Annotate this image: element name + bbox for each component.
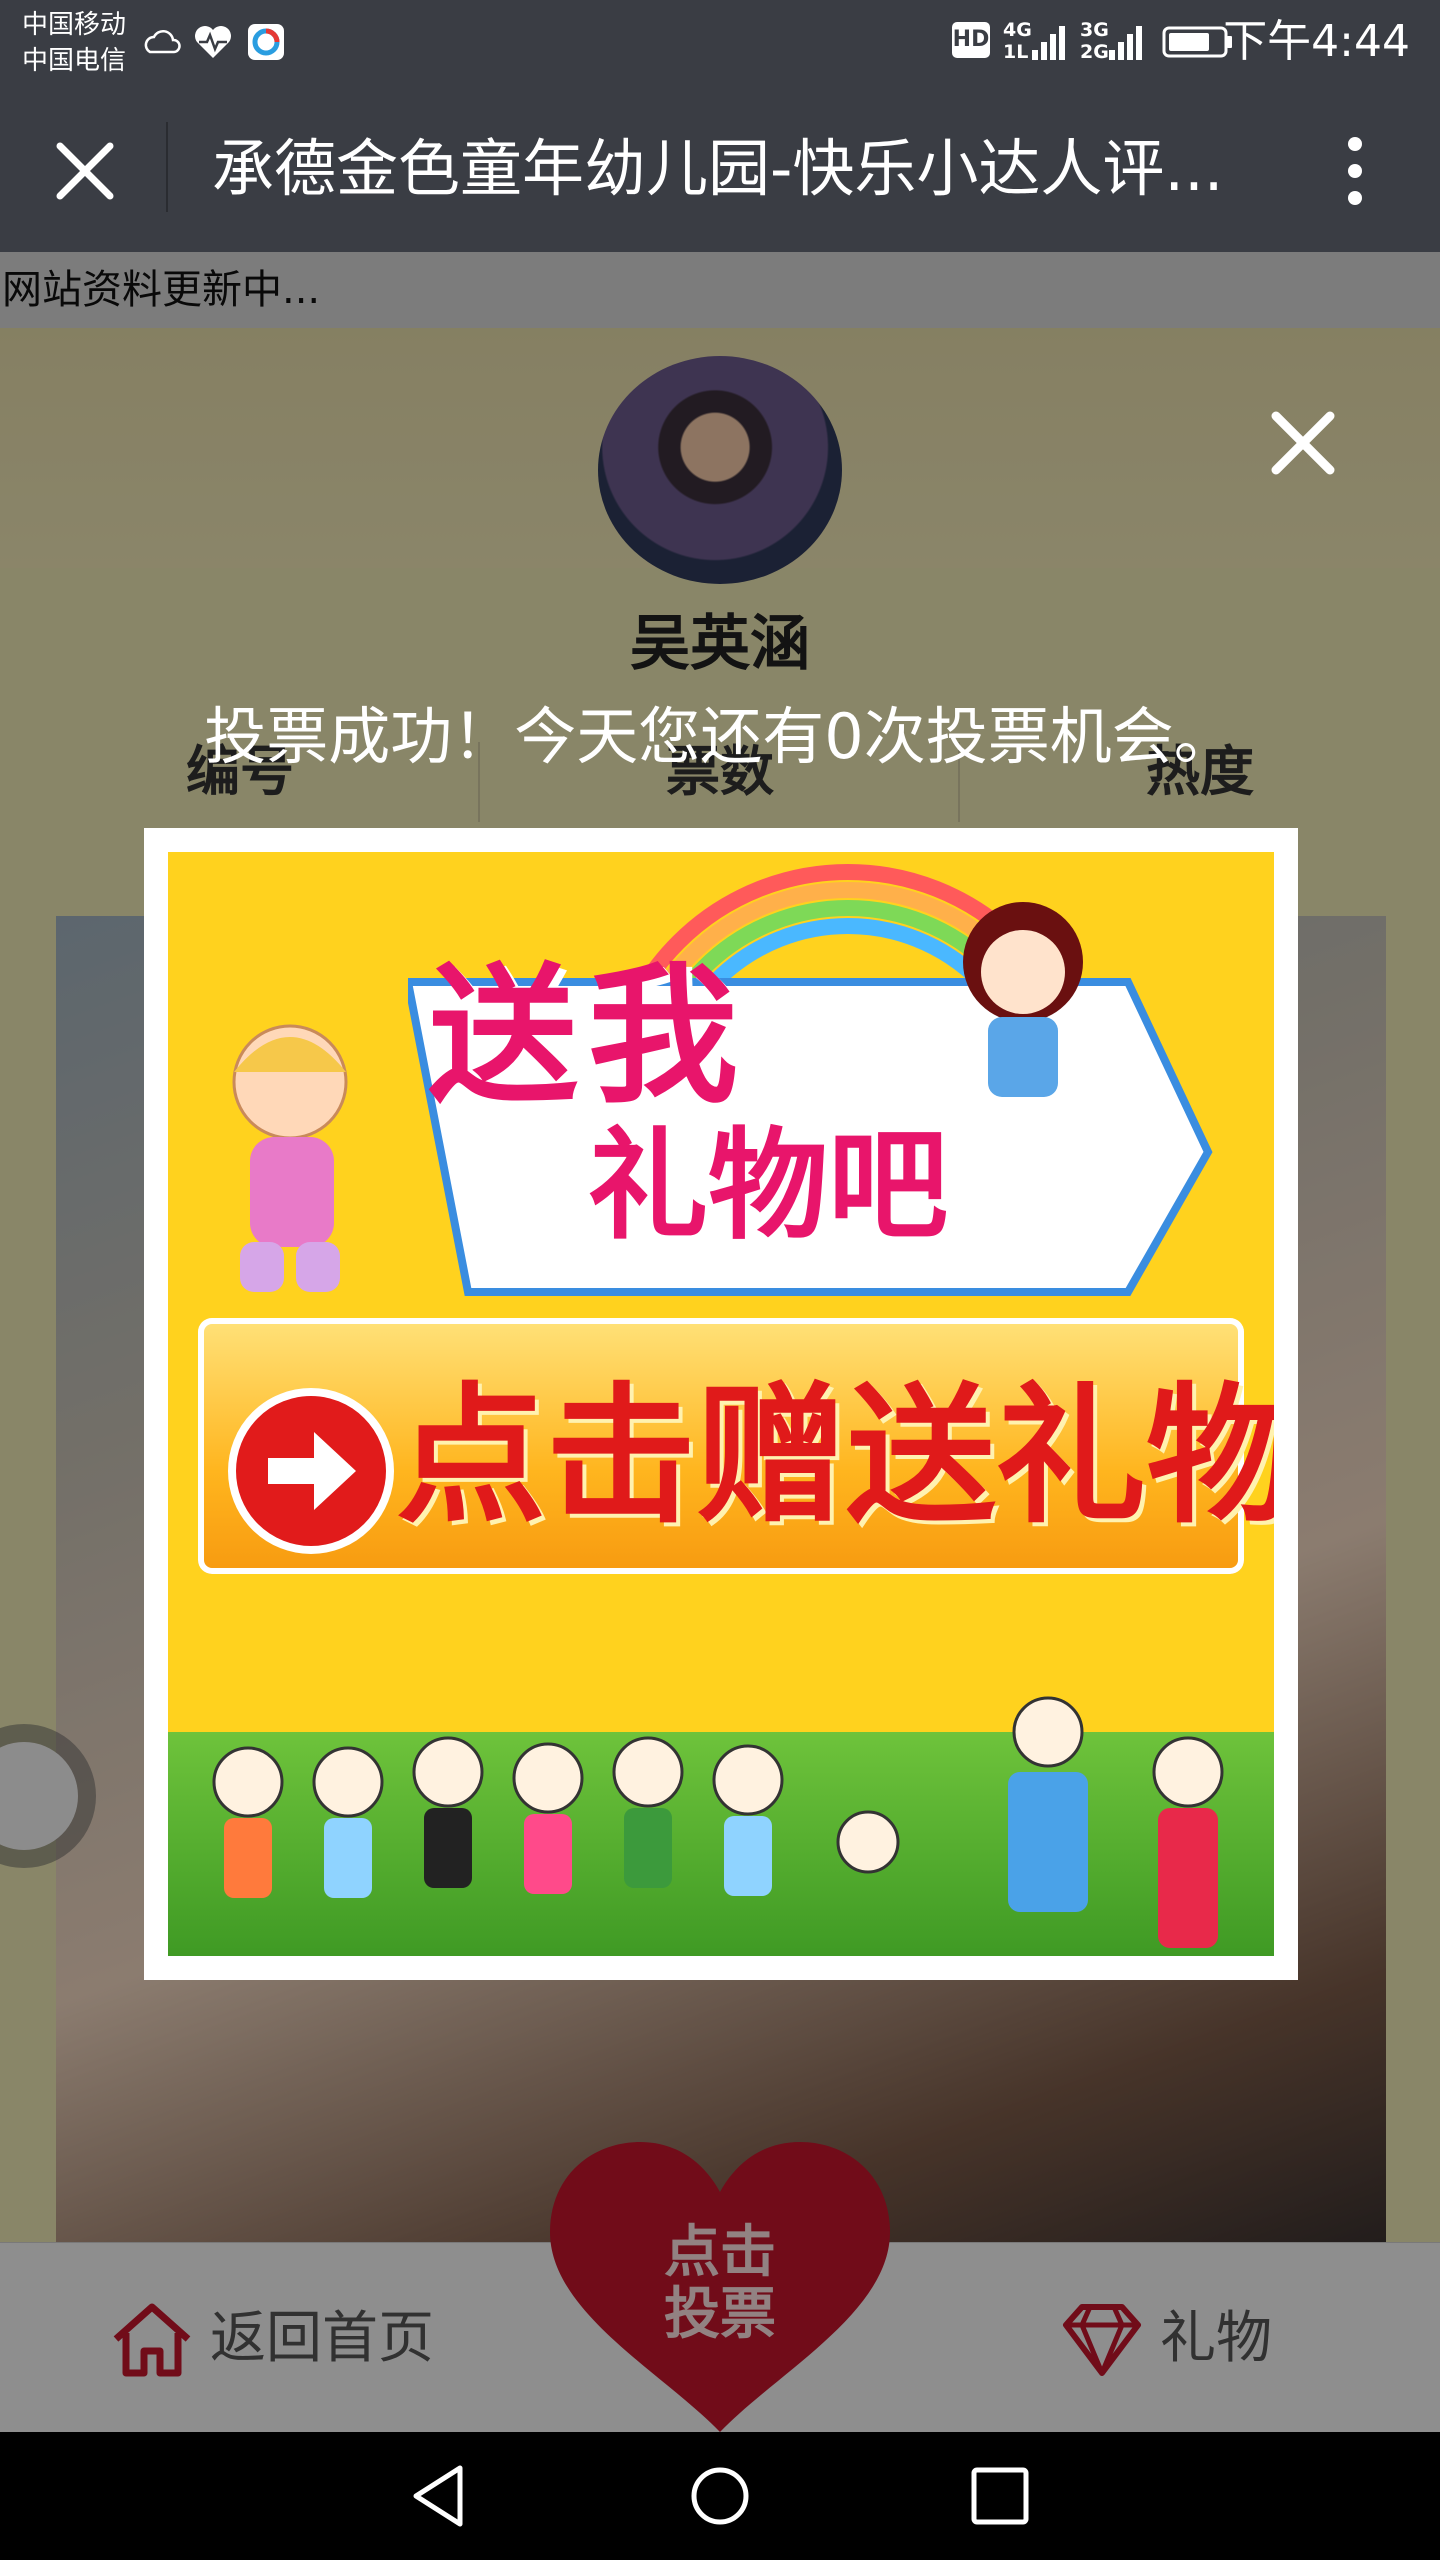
children-illustration	[212, 1696, 1224, 1948]
send-gift-label: 点击赠送礼物	[396, 1370, 1274, 1544]
weather-icon	[144, 30, 181, 54]
close-icon[interactable]	[40, 126, 130, 216]
popup-close-icon[interactable]	[1268, 408, 1338, 478]
gift-promo-banner[interactable]: 送我 礼物吧 点击赠送礼物	[168, 852, 1274, 1956]
system-navigation-bar	[0, 2432, 1440, 2560]
arrow-right-icon	[228, 1388, 394, 1554]
page-title: 承德金色童年幼儿园-快乐小达人评...	[212, 132, 1224, 205]
hd-label: HD	[952, 27, 990, 52]
child-illustration	[232, 1024, 348, 1292]
signal-3g-icon	[1109, 26, 1142, 60]
recent-apps-icon[interactable]	[960, 2456, 1040, 2536]
app-icon	[248, 24, 284, 60]
clock: 下午4:44	[1223, 16, 1410, 67]
signal-4g-icon	[1032, 26, 1065, 60]
network-2g-label: 2G	[1080, 41, 1109, 63]
girl-illustration	[963, 902, 1083, 1097]
status-bar: 中国移动 中国电信 HD 4G 1L 3G 2G 下午4:44	[0, 0, 1440, 82]
carrier-label-2: 中国电信	[22, 46, 127, 76]
screen: 中国移动 中国电信 HD 4G 1L 3G 2G 下午4:44 承德金色童年幼儿…	[0, 0, 1440, 2560]
promo-title-line2: 礼物吧	[588, 1117, 948, 1256]
health-icon	[195, 26, 231, 58]
home-nav-icon[interactable]	[680, 2456, 760, 2536]
network-4g-label: 4G	[1003, 19, 1032, 41]
promo-title-line1: 送我	[428, 950, 749, 1124]
title-divider	[166, 122, 168, 212]
network-1l-label: 1L	[1003, 41, 1029, 63]
more-vertical-icon[interactable]	[1325, 126, 1385, 216]
browser-title-bar: 承德金色童年幼儿园-快乐小达人评...	[0, 82, 1440, 252]
vote-success-message: 投票成功！今天您还有0次投票机会。	[204, 700, 1236, 773]
network-3g-label: 3G	[1080, 19, 1109, 41]
carrier-label-1: 中国移动	[22, 10, 127, 40]
back-icon[interactable]	[400, 2456, 480, 2536]
hd-icon: HD	[952, 22, 990, 58]
